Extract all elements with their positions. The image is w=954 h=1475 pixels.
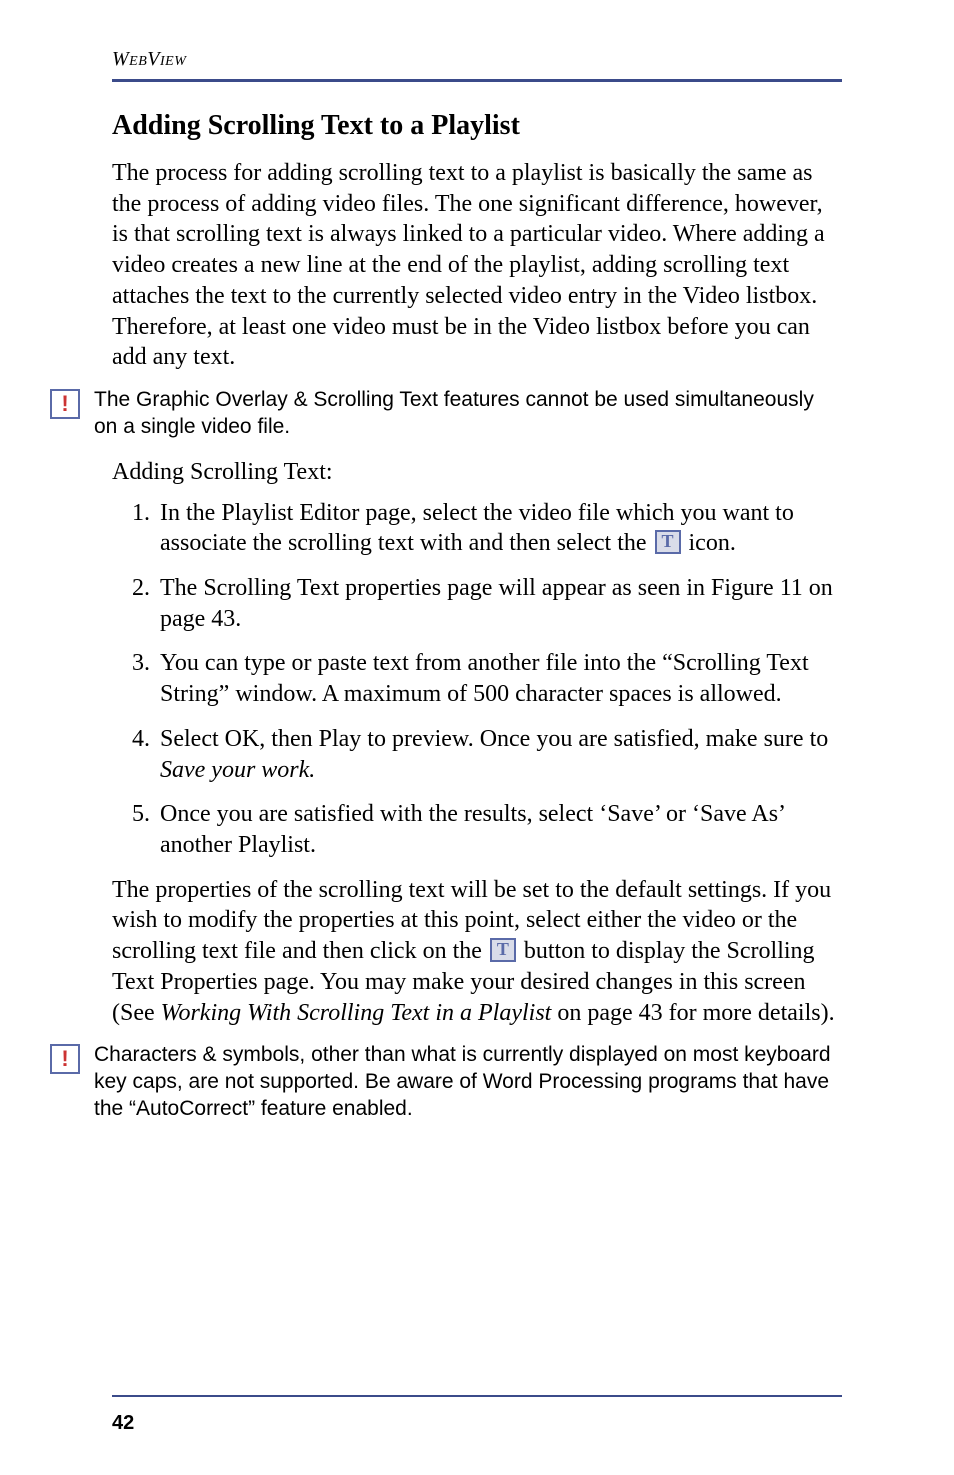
running-header: WebView <box>112 48 842 71</box>
alert-icon: ! <box>50 1044 80 1074</box>
exclamation-icon: ! <box>61 1048 68 1070</box>
page: WebView Adding Scrolling Text to a Playl… <box>0 0 954 1475</box>
alert-icon: ! <box>50 389 80 419</box>
step-2: The Scrolling Text properties page will … <box>156 573 842 634</box>
exclamation-icon: ! <box>61 393 68 415</box>
step-1: In the Playlist Editor page, select the … <box>156 498 842 559</box>
properties-emphasis: Working With Scrolling Text in a Playlis… <box>161 1000 552 1026</box>
header-text: WebView <box>112 48 186 70</box>
header-rule <box>112 79 842 82</box>
footer-rule <box>112 1395 842 1397</box>
steps-heading: Adding Scrolling Text: <box>112 457 842 488</box>
properties-text-c: on page 43 for more details). <box>551 1000 834 1026</box>
note-block-characters: ! Characters & symbols, other than what … <box>50 1042 842 1123</box>
text-tool-icon <box>655 530 681 554</box>
section-title: Adding Scrolling Text to a Playlist <box>112 110 842 142</box>
note-block-overlay: ! The Graphic Overlay & Scrolling Text f… <box>50 387 842 441</box>
text-tool-icon <box>490 938 516 962</box>
note-text: The Graphic Overlay & Scrolling Text fea… <box>94 387 842 441</box>
step-5: Once you are satisfied with the results,… <box>156 799 842 860</box>
step-3: You can type or paste text from another … <box>156 648 842 709</box>
properties-paragraph: The properties of the scrolling text wil… <box>112 875 842 1029</box>
note-text: Characters & symbols, other than what is… <box>94 1042 842 1123</box>
step-4-text-a: Select OK, then Play to preview. Once yo… <box>160 726 828 752</box>
steps-list: In the Playlist Editor page, select the … <box>112 498 842 861</box>
page-number: 42 <box>112 1412 134 1435</box>
step-4-emphasis: Save your work. <box>160 757 315 783</box>
step-1-text-b: icon. <box>689 530 736 556</box>
step-4: Select OK, then Play to preview. Once yo… <box>156 724 842 785</box>
intro-paragraph: The process for adding scrolling text to… <box>112 158 842 373</box>
